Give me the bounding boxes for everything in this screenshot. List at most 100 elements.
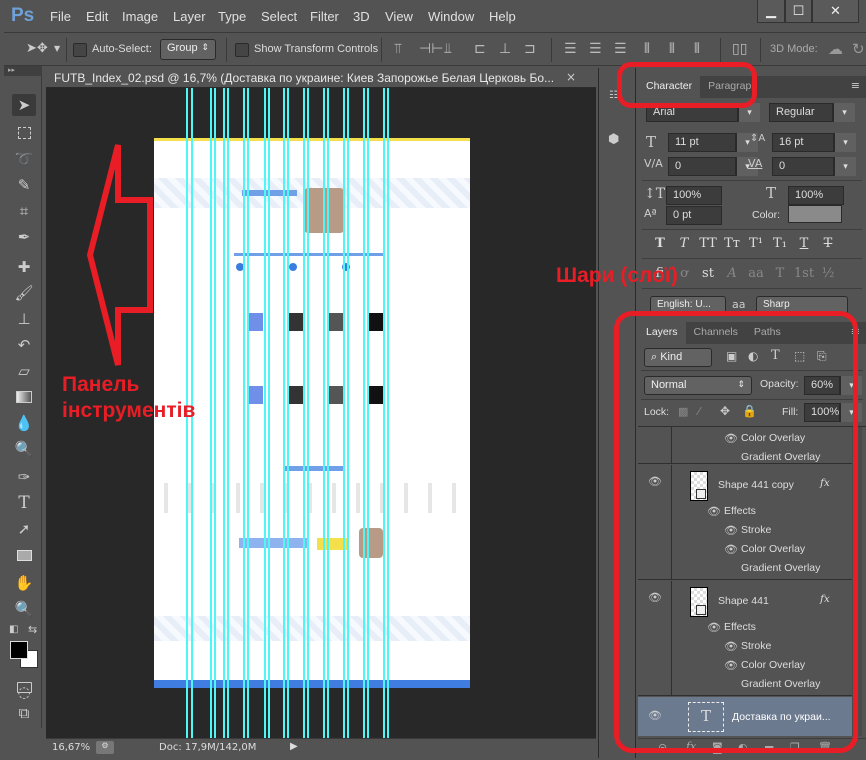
- tracking-dropdown[interactable]: ▾: [834, 157, 856, 176]
- subscript-button[interactable]: T₁: [768, 236, 792, 251]
- faux-bold-button[interactable]: T: [648, 236, 672, 251]
- leading-dropdown[interactable]: ▾: [834, 133, 856, 152]
- menu-3d[interactable]: 3D: [353, 9, 370, 24]
- fractions-button[interactable]: ½: [816, 266, 840, 281]
- distribute-right-icon[interactable]: ⫴: [694, 41, 700, 57]
- discretionary-ligatures-button[interactable]: st: [696, 266, 720, 281]
- 3d-roll-icon[interactable]: ↻: [852, 40, 865, 58]
- kerning-field[interactable]: 0: [668, 157, 736, 176]
- history-brush-tool[interactable]: ↶: [12, 334, 36, 356]
- guide-line[interactable]: [247, 88, 249, 738]
- zoom-tool[interactable]: 🔍: [12, 598, 36, 620]
- path-selection-tool[interactable]: ➚: [12, 518, 36, 540]
- blur-tool[interactable]: 💧: [12, 412, 36, 434]
- guide-line[interactable]: [210, 88, 212, 738]
- show-transform-checkbox[interactable]: [235, 43, 249, 57]
- leading-field[interactable]: 16 pt: [772, 133, 834, 152]
- gear-icon[interactable]: ⚙: [96, 741, 114, 754]
- move-tool[interactable]: ➤: [12, 94, 36, 116]
- guide-line[interactable]: [223, 88, 225, 738]
- menu-filter[interactable]: Filter: [310, 9, 339, 24]
- distribute-left-icon[interactable]: ⫴: [644, 41, 650, 57]
- healing-brush-tool[interactable]: ✚: [12, 256, 36, 278]
- distribute-bottom-icon[interactable]: ☰: [614, 41, 627, 57]
- guide-line[interactable]: [227, 88, 229, 738]
- align-vcenter-icon[interactable]: ⊣⊢: [419, 41, 443, 57]
- quick-selection-tool[interactable]: ✎: [12, 174, 36, 196]
- guide-line[interactable]: [303, 88, 305, 738]
- zoom-level[interactable]: 16,67%: [52, 742, 90, 753]
- all-caps-button[interactable]: TT: [696, 236, 720, 251]
- guide-line[interactable]: [264, 88, 266, 738]
- clone-stamp-tool[interactable]: ⊥: [12, 308, 36, 330]
- align-hcenter-icon[interactable]: ⊥: [499, 41, 511, 57]
- menu-help[interactable]: Help: [489, 9, 516, 24]
- guide-line[interactable]: [383, 88, 385, 738]
- guide-line[interactable]: [243, 88, 245, 738]
- document-tab[interactable]: FUTB_Index_02.psd @ 16,7% (Доставка по у…: [46, 68, 596, 88]
- horizontal-scale-field[interactable]: 100%: [788, 186, 844, 205]
- auto-select-dropdown[interactable]: Group ⇕: [160, 39, 216, 60]
- text-color-swatch[interactable]: [788, 205, 842, 223]
- play-arrow-icon[interactable]: ▶: [290, 741, 298, 752]
- titling-alternates-button[interactable]: T: [768, 266, 792, 281]
- guide-line[interactable]: [367, 88, 369, 738]
- distribute-vcenter-icon[interactable]: ☰: [589, 41, 602, 57]
- stylistic-alternates-button[interactable]: aa: [744, 266, 768, 281]
- font-size-field[interactable]: 11 pt: [668, 133, 736, 152]
- strikethrough-button[interactable]: T: [816, 236, 840, 251]
- guide-line[interactable]: [287, 88, 289, 738]
- gradient-tool[interactable]: [12, 386, 36, 408]
- menu-file[interactable]: File: [50, 9, 71, 24]
- guide-line[interactable]: [327, 88, 329, 738]
- close-document-icon[interactable]: ×: [566, 70, 576, 84]
- guide-line[interactable]: [268, 88, 270, 738]
- maximize-button[interactable]: ☐: [785, 0, 812, 23]
- small-caps-button[interactable]: Tт: [720, 236, 744, 251]
- menu-view[interactable]: View: [385, 9, 413, 24]
- marquee-tool[interactable]: [12, 122, 36, 144]
- menu-window[interactable]: Window: [428, 9, 474, 24]
- 3d-orbit-icon[interactable]: ☁: [828, 40, 843, 58]
- type-tool[interactable]: T: [12, 492, 36, 514]
- distribute-hcenter-icon[interactable]: ⫴: [669, 41, 675, 57]
- hand-tool[interactable]: ✋: [12, 572, 36, 594]
- baseline-shift-field[interactable]: 0 pt: [666, 206, 722, 225]
- align-left-icon[interactable]: ⊏: [474, 41, 486, 57]
- brush-tool[interactable]: 🖌: [12, 282, 36, 304]
- default-colors-icon[interactable]: ◧: [9, 624, 18, 635]
- guide-line[interactable]: [323, 88, 325, 738]
- menu-image[interactable]: Image: [122, 9, 158, 24]
- crop-tool[interactable]: ⌗: [12, 200, 36, 222]
- distribute-top-icon[interactable]: ☰: [564, 41, 577, 57]
- guide-line[interactable]: [307, 88, 309, 738]
- auto-align-icon[interactable]: ▯▯: [732, 41, 747, 57]
- eyedropper-tool[interactable]: ✒: [12, 226, 36, 248]
- rectangle-tool[interactable]: [12, 544, 36, 566]
- guide-line[interactable]: [363, 88, 365, 738]
- minimize-button[interactable]: ▁: [757, 0, 785, 23]
- underline-button[interactable]: T: [792, 236, 816, 251]
- tracking-field[interactable]: 0: [772, 157, 834, 176]
- menu-edit[interactable]: Edit: [86, 9, 108, 24]
- collapse-icon[interactable]: ▸▸: [4, 66, 42, 76]
- font-style-field[interactable]: Regular: [769, 103, 833, 122]
- close-window-button[interactable]: ✕: [812, 0, 859, 23]
- panel-menu-icon[interactable]: ≡: [845, 76, 866, 98]
- dodge-tool[interactable]: 🔍: [12, 438, 36, 460]
- menu-select[interactable]: Select: [261, 9, 297, 24]
- quick-mask-button[interactable]: ◌: [12, 676, 36, 701]
- guide-line[interactable]: [343, 88, 345, 738]
- screen-mode-button[interactable]: ⧉: [12, 702, 36, 724]
- lasso-tool[interactable]: ➰: [12, 148, 36, 170]
- move-tool-preset-icon[interactable]: ➤✥: [26, 41, 48, 56]
- swap-colors-icon[interactable]: ⇆: [28, 623, 37, 636]
- auto-select-checkbox[interactable]: [73, 43, 87, 57]
- font-style-dropdown[interactable]: ▾: [833, 103, 855, 122]
- guide-line[interactable]: [387, 88, 389, 738]
- 3d-panel-icon[interactable]: ⬢: [608, 132, 628, 150]
- menu-layer[interactable]: Layer: [173, 9, 206, 24]
- menu-type[interactable]: Type: [218, 9, 246, 24]
- chevron-down-icon[interactable]: ▼: [54, 44, 60, 53]
- vertical-scale-field[interactable]: 100%: [666, 186, 722, 205]
